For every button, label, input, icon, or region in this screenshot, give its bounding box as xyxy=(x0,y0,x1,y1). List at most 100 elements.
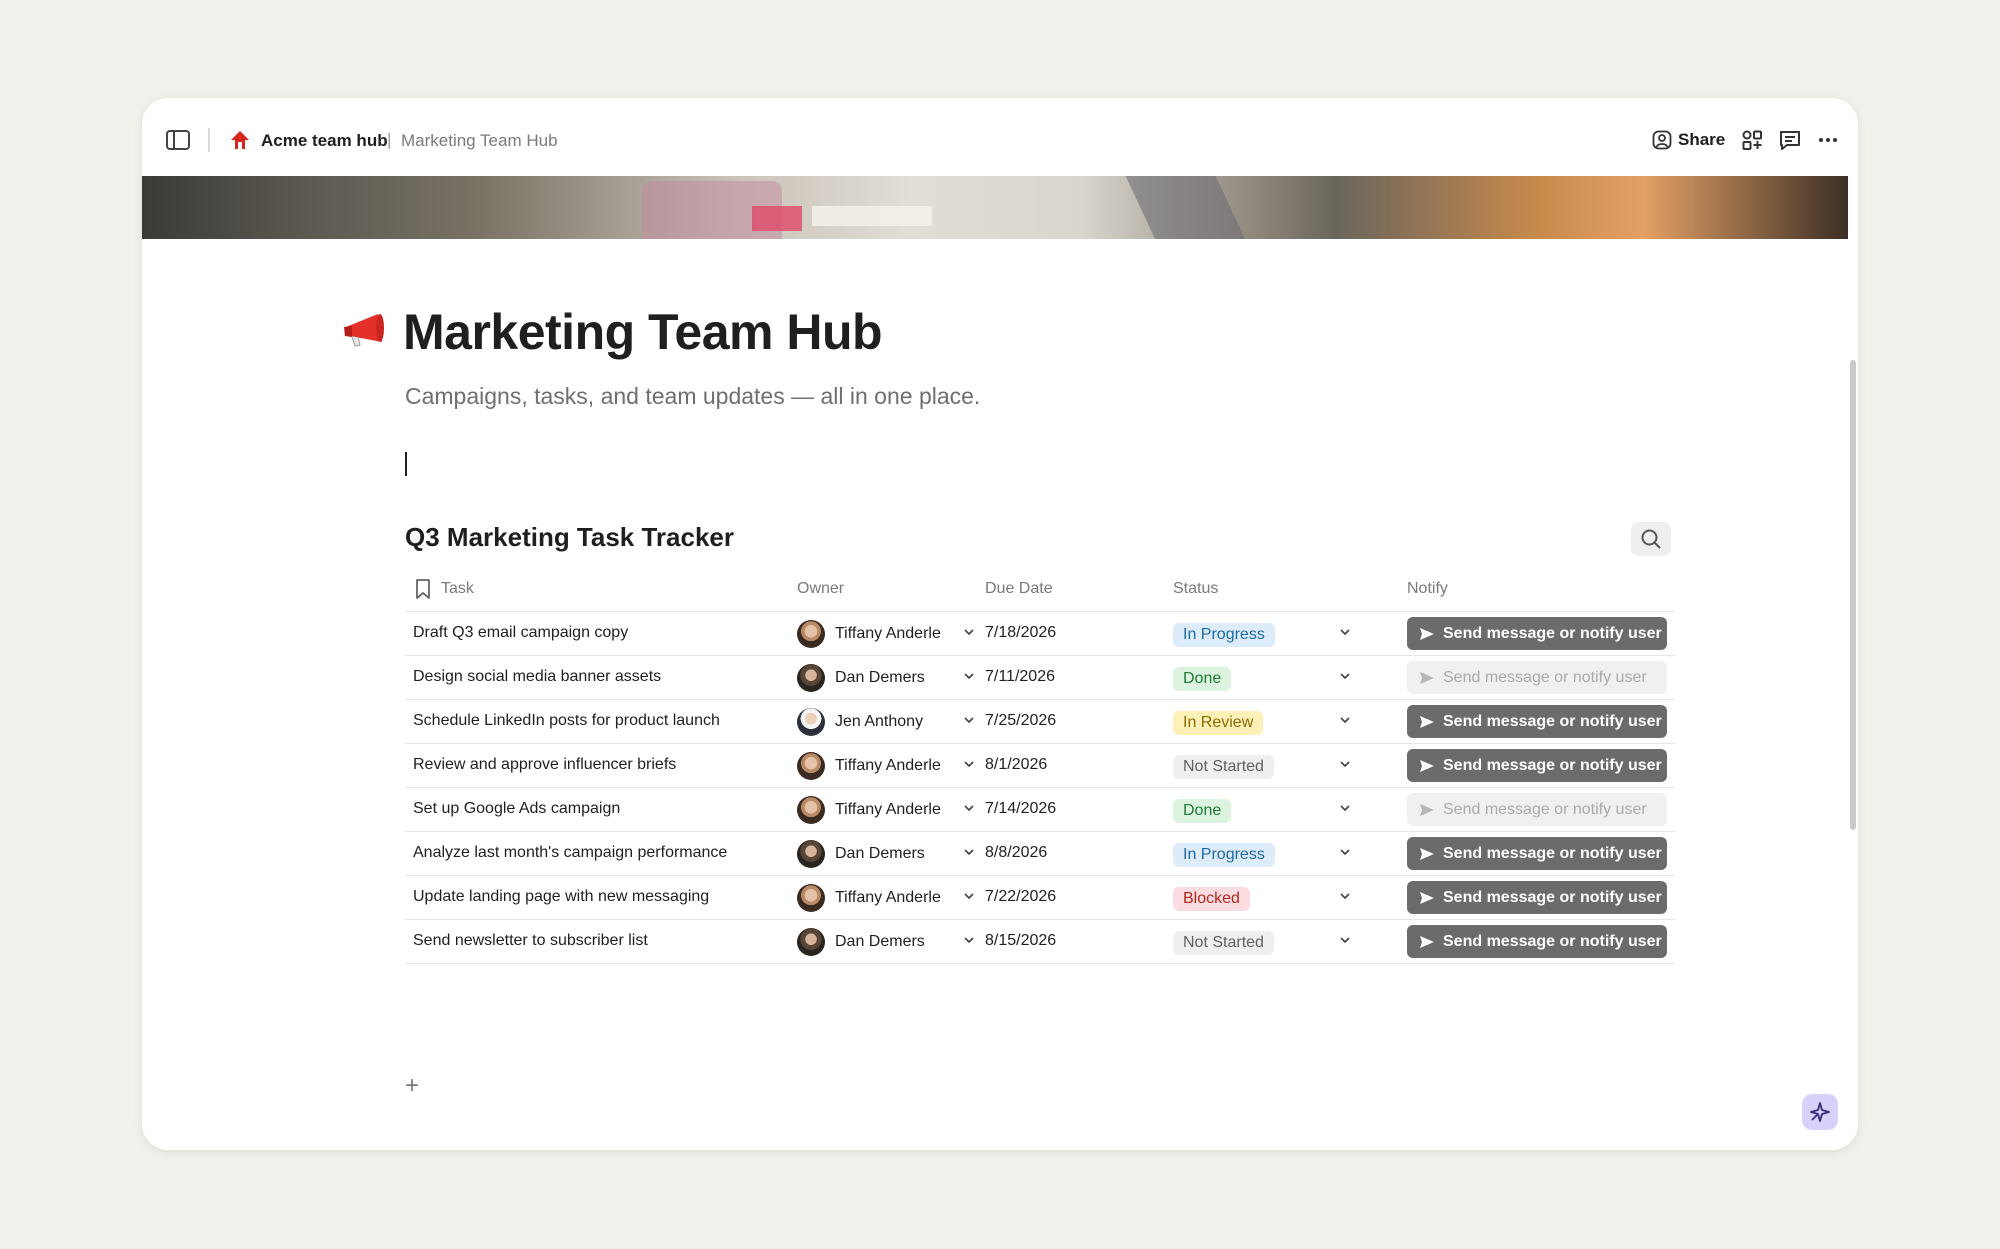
notify-label: Send message or notify user xyxy=(1443,624,1662,642)
status-dropdown[interactable]: Done xyxy=(1173,663,1353,693)
due-date-cell[interactable]: 7/11/2026 xyxy=(985,668,1055,686)
send-icon xyxy=(1419,934,1435,950)
status-dropdown[interactable]: In Progress xyxy=(1173,839,1353,869)
avatar xyxy=(797,928,825,956)
notify-button[interactable]: Send message or notify user xyxy=(1407,881,1667,914)
bookmark-icon xyxy=(416,579,430,599)
status-dropdown[interactable]: Not Started xyxy=(1173,927,1353,957)
table-row: Set up Google Ads campaign Tiffany Ander… xyxy=(405,788,1675,832)
notify-label: Send message or notify user xyxy=(1443,712,1662,730)
share-button[interactable]: Share xyxy=(1652,125,1725,155)
page-title[interactable]: Marketing Team Hub xyxy=(403,303,883,361)
status-badge: Done xyxy=(1173,799,1232,823)
sidebar-toggle-icon[interactable] xyxy=(166,130,190,150)
notify-button[interactable]: Send message or notify user xyxy=(1407,749,1667,782)
breadcrumb-workspace[interactable]: Acme team hub xyxy=(261,131,388,151)
task-cell[interactable]: Draft Q3 email campaign copy xyxy=(413,624,628,642)
chevron-down-icon xyxy=(964,629,974,636)
owner-dropdown[interactable]: Tiffany Anderle xyxy=(797,619,977,649)
send-icon xyxy=(1419,846,1435,862)
column-header-status[interactable]: Status xyxy=(1173,580,1218,598)
owner-name: Jen Anthony xyxy=(835,713,924,730)
column-header-owner[interactable]: Owner xyxy=(797,580,844,598)
avatar xyxy=(797,664,825,692)
task-cell[interactable]: Schedule LinkedIn posts for product laun… xyxy=(413,712,720,730)
column-header-task[interactable]: Task xyxy=(441,580,474,598)
due-date-cell[interactable]: 7/14/2026 xyxy=(985,800,1056,818)
owner-dropdown[interactable]: Tiffany Anderle xyxy=(797,795,977,825)
chevron-down-icon xyxy=(1340,629,1350,636)
table-title[interactable]: Q3 Marketing Task Tracker xyxy=(405,522,734,553)
notify-button[interactable]: Send message or notify user xyxy=(1407,793,1667,826)
task-cell[interactable]: Review and approve influencer briefs xyxy=(413,756,676,774)
notify-button[interactable]: Send message or notify user xyxy=(1407,661,1667,694)
page-subtitle[interactable]: Campaigns, tasks, and team updates — all… xyxy=(405,383,980,410)
column-header-due-date[interactable]: Due Date xyxy=(985,580,1053,598)
add-row-button[interactable]: + xyxy=(405,1072,419,1100)
due-date-cell[interactable]: 7/18/2026 xyxy=(985,624,1056,642)
apps-icon[interactable] xyxy=(1740,128,1764,152)
owner-name: Dan Demers xyxy=(835,669,925,686)
megaphone-icon[interactable] xyxy=(342,312,384,352)
chevron-down-icon xyxy=(964,937,974,944)
avatar xyxy=(797,752,825,780)
notify-button[interactable]: Send message or notify user xyxy=(1407,925,1667,958)
table-search-button[interactable] xyxy=(1631,522,1671,556)
owner-dropdown[interactable]: Tiffany Anderle xyxy=(797,751,977,781)
due-date-cell[interactable]: 7/25/2026 xyxy=(985,712,1056,730)
task-cell[interactable]: Design social media banner assets xyxy=(413,668,661,686)
column-header-notify[interactable]: Notify xyxy=(1407,580,1448,598)
breadcrumb-separator: | xyxy=(387,130,392,149)
status-dropdown[interactable]: Blocked xyxy=(1173,883,1353,913)
notify-button[interactable]: Send message or notify user xyxy=(1407,617,1667,650)
share-label: Share xyxy=(1678,130,1726,149)
due-date-cell[interactable]: 8/1/2026 xyxy=(985,756,1047,774)
ai-assistant-button[interactable] xyxy=(1802,1094,1838,1130)
due-date-cell[interactable]: 8/8/2026 xyxy=(985,844,1047,862)
chevron-down-icon xyxy=(1340,805,1350,812)
app-window: Acme team hub | Marketing Team Hub Share xyxy=(142,98,1858,1150)
status-badge: In Review xyxy=(1173,711,1264,735)
due-date-cell[interactable]: 7/22/2026 xyxy=(985,888,1056,906)
status-dropdown[interactable]: In Progress xyxy=(1173,619,1353,649)
task-cell[interactable]: Update landing page with new messaging xyxy=(413,888,709,906)
chevron-down-icon xyxy=(1340,849,1350,856)
status-dropdown[interactable]: Done xyxy=(1173,795,1353,825)
breadcrumb-page[interactable]: Marketing Team Hub xyxy=(401,131,558,151)
send-icon xyxy=(1419,670,1435,686)
cover-image[interactable] xyxy=(142,176,1848,239)
owner-dropdown[interactable]: Dan Demers xyxy=(797,927,977,957)
scrollbar[interactable] xyxy=(1850,360,1856,830)
task-cell[interactable]: Send newsletter to subscriber list xyxy=(413,932,648,950)
avatar xyxy=(797,620,825,648)
status-dropdown[interactable]: In Review xyxy=(1173,707,1353,737)
notify-label: Send message or notify user xyxy=(1443,668,1647,686)
table-row: Draft Q3 email campaign copy Tiffany And… xyxy=(405,612,1675,656)
owner-dropdown[interactable]: Jen Anthony xyxy=(797,707,977,737)
owner-name: Dan Demers xyxy=(835,845,925,862)
table-row: Send newsletter to subscriber list Dan D… xyxy=(405,920,1675,964)
avatar xyxy=(797,840,825,868)
comment-icon[interactable] xyxy=(1778,128,1802,152)
owner-name: Tiffany Anderle xyxy=(835,625,941,642)
task-cell[interactable]: Set up Google Ads campaign xyxy=(413,800,620,818)
due-date-cell[interactable]: 8/15/2026 xyxy=(985,932,1056,950)
chevron-down-icon xyxy=(1340,673,1350,680)
search-icon xyxy=(1641,529,1661,549)
owner-dropdown[interactable]: Dan Demers xyxy=(797,663,977,693)
status-badge: Not Started xyxy=(1173,931,1274,955)
status-dropdown[interactable]: Not Started xyxy=(1173,751,1353,781)
send-icon xyxy=(1419,758,1435,774)
chevron-down-icon xyxy=(1340,717,1350,724)
owner-dropdown[interactable]: Tiffany Anderle xyxy=(797,883,977,913)
notify-label: Send message or notify user xyxy=(1443,756,1662,774)
notify-button[interactable]: Send message or notify user xyxy=(1407,837,1667,870)
chevron-down-icon xyxy=(1340,937,1350,944)
send-icon xyxy=(1419,802,1435,818)
notify-button[interactable]: Send message or notify user xyxy=(1407,705,1667,738)
table-row: Design social media banner assets Dan De… xyxy=(405,656,1675,700)
task-cell[interactable]: Analyze last month's campaign performanc… xyxy=(413,844,727,862)
top-bar: Acme team hub | Marketing Team Hub Share xyxy=(142,98,1858,176)
owner-dropdown[interactable]: Dan Demers xyxy=(797,839,977,869)
more-icon[interactable] xyxy=(1816,128,1840,152)
